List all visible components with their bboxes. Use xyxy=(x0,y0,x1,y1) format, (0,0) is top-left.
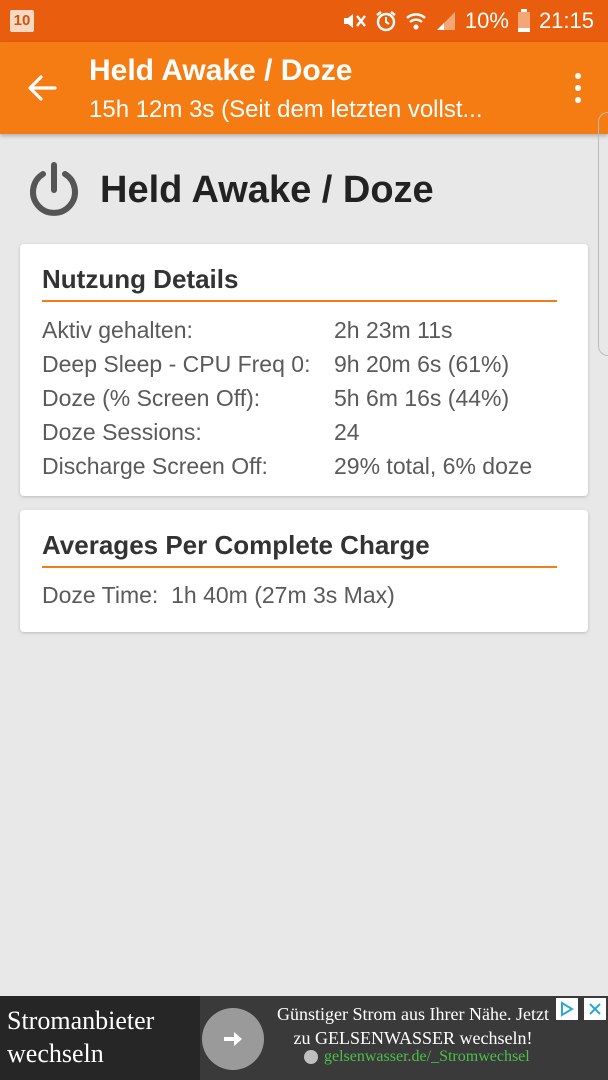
detail-label: Doze Sessions: xyxy=(42,419,202,445)
detail-label: Deep Sleep - CPU Freq 0: xyxy=(42,351,311,377)
app-bar: Held Awake / Doze 15h 12m 3s (Seit dem l… xyxy=(0,42,608,134)
arrow-back-icon xyxy=(28,75,57,101)
usage-details-card: Nutzung Details Aktiv gehalten: 2h 23m 1… xyxy=(20,244,588,496)
card-title: Averages Per Complete Charge xyxy=(42,530,430,560)
back-button[interactable] xyxy=(20,66,64,110)
detail-label: Aktiv gehalten: xyxy=(42,317,193,343)
battery-percent: 10% xyxy=(464,8,509,33)
detail-row-doze-sessions: Doze Sessions: 24 xyxy=(42,419,360,446)
detail-label: Discharge Screen Off: xyxy=(42,453,268,479)
detail-row-deep-sleep: Deep Sleep - CPU Freq 0: 9h 20m 6s (61%) xyxy=(42,351,509,378)
app-bar-title: Held Awake / Doze xyxy=(89,54,353,87)
alarm-icon xyxy=(375,10,397,32)
detail-value: 5h 6m 16s (44%) xyxy=(334,385,510,411)
ad-close-icon[interactable] xyxy=(584,998,606,1020)
card-divider xyxy=(42,566,557,568)
notification-badge: 10 xyxy=(10,10,34,32)
detail-value: 29% total, 6% doze xyxy=(334,453,533,479)
battery-icon xyxy=(517,9,531,33)
detail-row-doze: Doze (% Screen Off): 5h 6m 16s (44%) xyxy=(42,385,509,412)
arrow-right-icon xyxy=(224,1032,242,1046)
ad-banner[interactable]: Stromanbieter wechseln Günstiger Strom a… xyxy=(0,996,608,1080)
detail-row-discharge: Discharge Screen Off: 29% total, 6% doze xyxy=(42,453,532,480)
status-icons: 10% 21:15 xyxy=(341,0,594,42)
detail-row-held-awake: Aktiv gehalten: 2h 23m 11s xyxy=(42,317,452,344)
signal-icon xyxy=(435,10,457,32)
detail-value: 9h 20m 6s (61%) xyxy=(334,351,510,377)
page-header: Held Awake / Doze xyxy=(24,152,434,228)
status-bar: 10 10% 21:15 xyxy=(0,0,608,42)
wifi-icon xyxy=(405,10,427,32)
detail-label: Doze (% Screen Off): xyxy=(42,385,261,411)
globe-icon xyxy=(304,1050,318,1064)
more-vert-icon[interactable] xyxy=(566,68,590,108)
detail-value: 2h 23m 11s xyxy=(334,317,453,343)
ad-choices-icon[interactable] xyxy=(556,998,578,1020)
card-divider xyxy=(42,300,557,302)
ad-headline[interactable]: Stromanbieter wechseln xyxy=(0,996,200,1080)
doze-time-average: Doze Time: 1h 40m (27m 3s Max) xyxy=(42,582,395,608)
clock: 21:15 xyxy=(538,8,594,33)
detail-value: 24 xyxy=(334,419,360,445)
ad-url[interactable]: gelsenwasser.de/_Stromwechsel xyxy=(304,1048,530,1066)
power-icon xyxy=(30,162,78,216)
app-bar-subtitle: 15h 12m 3s (Seit dem letzten vollst... xyxy=(89,96,483,123)
ad-go-button[interactable] xyxy=(202,1008,264,1070)
card-title: Nutzung Details xyxy=(42,264,239,294)
edge-panel-handle[interactable] xyxy=(598,112,608,356)
mute-icon xyxy=(341,10,367,32)
page-title: Held Awake / Doze xyxy=(100,168,434,211)
averages-card: Averages Per Complete Charge Doze Time: … xyxy=(20,510,588,632)
ad-description[interactable]: Günstiger Strom aus Ihrer Nähe. Jetzt zu… xyxy=(268,1002,558,1050)
ad-url-text: gelsenwasser.de/_Stromwechsel xyxy=(324,1048,530,1065)
